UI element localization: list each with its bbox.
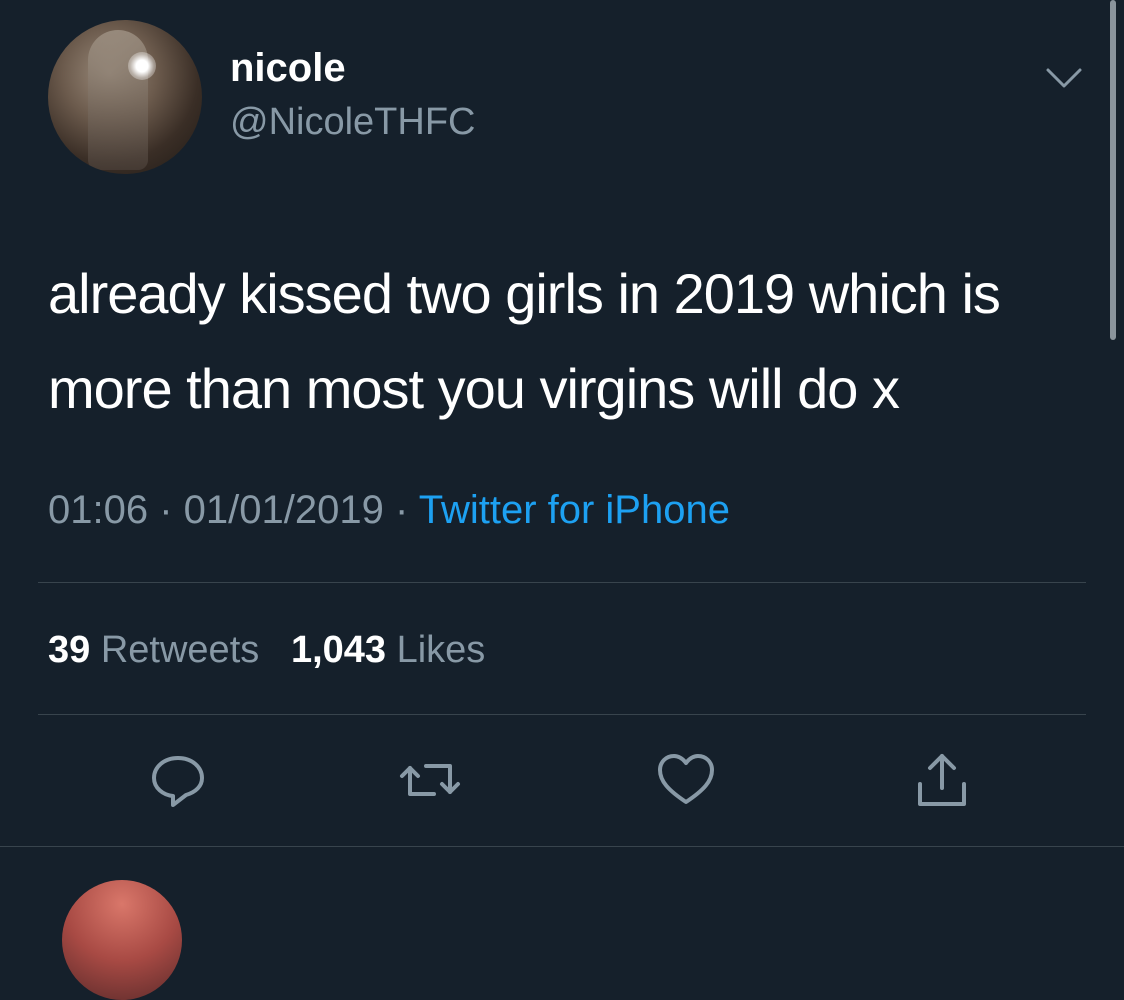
user-handle[interactable]: @NicoleTHFC <box>230 98 475 146</box>
retweets-label: Retweets <box>100 629 260 671</box>
likes-stat[interactable]: 1,043 Likes <box>291 629 485 671</box>
tweet-date: 01/01/2019 <box>183 488 384 532</box>
reply-icon[interactable] <box>146 748 210 812</box>
chevron-down-icon[interactable] <box>1044 58 1084 98</box>
divider <box>38 582 1086 583</box>
avatar-hair-shape <box>88 30 148 170</box>
retweet-icon[interactable] <box>398 748 462 812</box>
retweets-count: 39 <box>48 629 91 671</box>
tweet-source-link[interactable]: Twitter for iPhone <box>419 488 730 532</box>
action-bar <box>0 748 1124 818</box>
heart-icon[interactable] <box>654 748 718 812</box>
meta-separator: · <box>395 488 419 532</box>
divider <box>0 846 1124 847</box>
share-icon[interactable] <box>910 748 974 812</box>
tweet-meta: 01:06 · 01/01/2019 · Twitter for iPhone <box>48 482 730 538</box>
tweet-text: already kissed two girls in 2019 which i… <box>48 262 1001 420</box>
display-name[interactable]: nicole <box>230 44 346 92</box>
likes-label: Likes <box>396 629 486 671</box>
tweet-stats: 39 Retweets 1,043 Likes <box>48 624 485 676</box>
meta-separator: · <box>159 488 184 532</box>
divider <box>38 714 1086 715</box>
avatar[interactable] <box>48 20 202 174</box>
retweets-stat[interactable]: 39 Retweets <box>48 629 259 671</box>
scrollbar[interactable] <box>1110 0 1116 340</box>
reply-avatar[interactable] <box>62 880 182 1000</box>
avatar-flash-shape <box>128 52 156 80</box>
tweet-time: 01:06 <box>48 488 149 532</box>
likes-count: 1,043 <box>290 629 387 671</box>
